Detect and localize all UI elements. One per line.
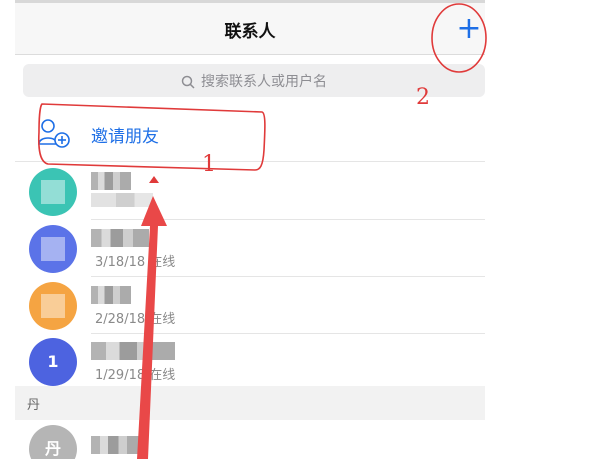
invite-friends-label: 邀请朋友 [91,127,159,147]
contact-item[interactable]: 2/28/18 在线 [15,277,485,334]
contacts-screen: 联系人 + 搜索联系人或用户名 邀请朋友 3/18/18 在线 2/28/18 … [15,0,485,459]
search-bar: 搜索联系人或用户名 [15,56,485,104]
add-user-icon [38,119,70,148]
search-icon [181,75,195,89]
contact-status: 2/28/18 在线 [95,312,176,327]
section-header: 丹 [15,386,485,420]
contact-name-redacted [91,342,175,360]
contact-name-redacted [91,172,131,190]
avatar [29,168,77,216]
contact-name-redacted [91,436,141,454]
section-letter: 丹 [27,398,41,413]
annotation-label-1: 1 [202,152,216,177]
contact-item[interactable]: 丹 [15,420,485,459]
contact-item[interactable]: 3/18/18 在线 [15,220,485,277]
add-contact-button[interactable]: + [453,11,485,47]
contact-name-redacted [91,229,149,247]
avatar [29,225,77,273]
search-placeholder: 搜索联系人或用户名 [201,74,327,90]
page-title: 联系人 [224,22,276,42]
invite-friends-item[interactable]: 邀请朋友 [15,104,485,162]
nav-bar: 联系人 + [15,0,485,55]
annotation-label-2: 2 [416,85,430,110]
avatar: 1 [29,338,77,386]
avatar [29,282,77,330]
avatar: 丹 [29,425,77,459]
contact-status-redacted [91,193,153,207]
contact-item[interactable]: 1 1/29/18 在线 [15,333,485,390]
contact-name-redacted [91,286,131,304]
contact-item[interactable] [15,163,485,220]
contact-status: 1/29/18 在线 [95,368,176,383]
contact-status: 3/18/18 在线 [95,255,176,270]
